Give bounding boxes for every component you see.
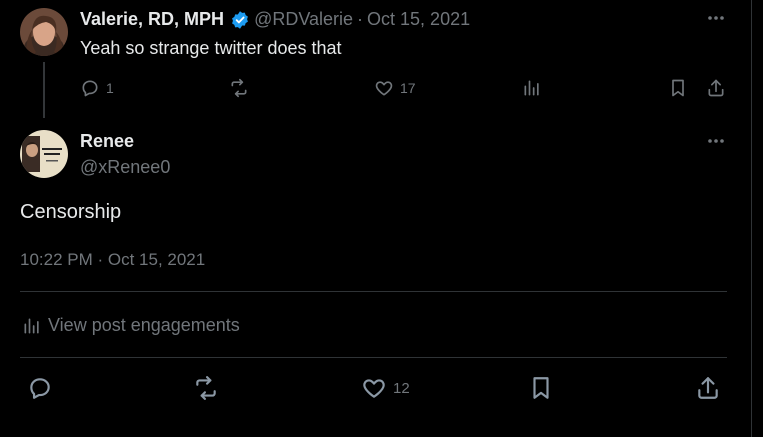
- author-handle[interactable]: @RDValerie: [254, 9, 353, 30]
- more-icon[interactable]: [706, 8, 726, 33]
- avatar-renee[interactable]: [20, 130, 68, 178]
- like-icon: [375, 81, 393, 96]
- bookmark-icon: [672, 79, 684, 97]
- share-icon: [698, 377, 718, 399]
- reply-count: 1: [106, 80, 114, 96]
- like-icon: [363, 379, 385, 398]
- like-count: 17: [400, 80, 416, 96]
- bookmark-button[interactable]: [668, 78, 688, 98]
- divider: [20, 291, 727, 292]
- avatar-valerie[interactable]: [20, 8, 68, 56]
- like-button[interactable]: 17: [374, 78, 416, 98]
- repost-button[interactable]: [228, 78, 250, 98]
- meta-separator: ·: [357, 9, 364, 29]
- like-button[interactable]: 12: [361, 375, 410, 401]
- reply-icon: [30, 378, 50, 399]
- author-name[interactable]: Renee: [80, 131, 134, 151]
- reply-tweet-header: Valerie, RD, MPH @RDValerie · Oct 15, 20…: [80, 9, 470, 30]
- share-button[interactable]: [706, 78, 726, 98]
- view-engagements-link[interactable]: View post engagements: [22, 315, 240, 336]
- share-icon: [708, 79, 724, 97]
- views-icon: [524, 80, 539, 96]
- repost-icon: [231, 78, 247, 98]
- divider: [20, 357, 727, 358]
- reply-icon: [82, 80, 98, 97]
- author-name[interactable]: Valerie, RD, MPH: [80, 9, 224, 30]
- column-border: [751, 0, 752, 437]
- repost-button[interactable]: [192, 375, 220, 401]
- more-icon[interactable]: [706, 131, 726, 156]
- post-timestamp[interactable]: 10:22 PM · Oct 15, 2021: [20, 250, 205, 270]
- share-button[interactable]: [695, 375, 721, 401]
- bookmark-icon: [533, 377, 549, 399]
- thread-connector: [43, 62, 45, 118]
- post-date[interactable]: Oct 15, 2021: [367, 9, 470, 30]
- view-engagements-label: View post engagements: [48, 315, 240, 335]
- views-icon: [24, 318, 39, 333]
- views-button[interactable]: [522, 78, 542, 98]
- main-author-handle[interactable]: @xRenee0: [80, 157, 170, 178]
- reply-button[interactable]: 1: [80, 78, 114, 98]
- main-author-name[interactable]: Renee: [80, 131, 134, 152]
- repost-icon: [196, 376, 216, 400]
- main-post-text: Censorship: [20, 201, 122, 223]
- like-count: 12: [393, 379, 410, 397]
- reply-button[interactable]: [27, 375, 53, 401]
- verified-badge-icon[interactable]: [230, 10, 250, 30]
- reply-text: Yeah so strange twitter does that: [80, 38, 342, 58]
- bookmark-button[interactable]: [528, 375, 554, 401]
